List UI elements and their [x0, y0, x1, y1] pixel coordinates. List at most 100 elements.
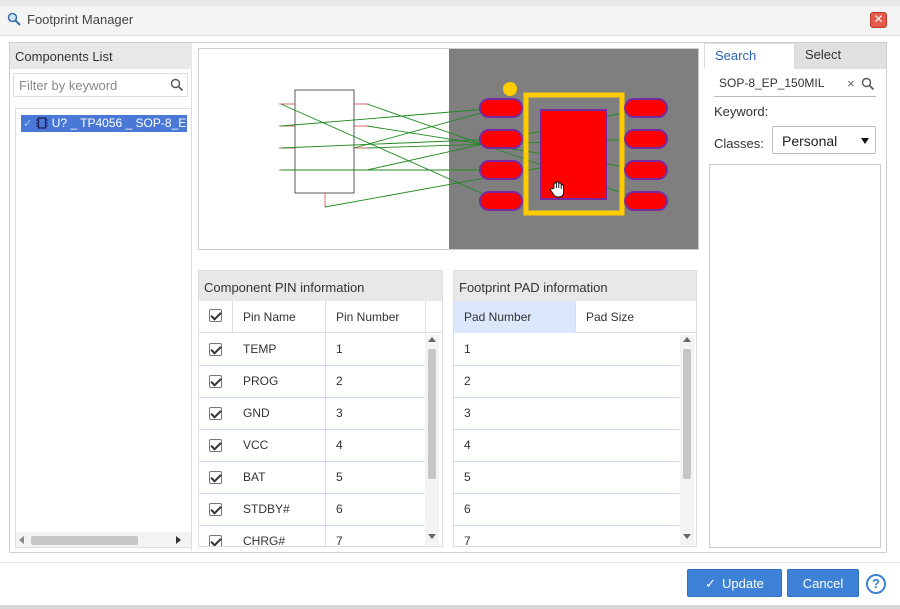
column-pin-number[interactable]: Pin Number	[326, 301, 426, 333]
update-button[interactable]: ✓ Update	[687, 569, 782, 597]
table-row[interactable]: 2	[454, 366, 679, 398]
scroll-up-icon[interactable]	[428, 337, 436, 342]
footer-divider	[0, 562, 900, 563]
pad-information-panel: Footprint PAD information Pad Number Pad…	[453, 270, 697, 547]
table-row[interactable]: CHRG# 7	[199, 526, 426, 546]
title-bar: Footprint Manager ✕	[0, 0, 900, 36]
cancel-button[interactable]: Cancel	[787, 569, 859, 597]
components-list-header: Components List	[10, 43, 192, 69]
pin-name: BAT	[233, 462, 326, 493]
table-row[interactable]: TEMP 1	[199, 334, 426, 366]
update-button-label: Update	[721, 576, 764, 591]
tab-search[interactable]: Search	[704, 43, 795, 69]
chip-icon	[36, 117, 49, 129]
search-icon[interactable]	[170, 78, 184, 92]
close-button[interactable]: ✕	[870, 12, 887, 28]
row-checkbox[interactable]	[209, 407, 222, 420]
library-search-panel: Search Select × Keyword: Classes: Person…	[704, 43, 886, 551]
column-pad-number[interactable]: Pad Number	[454, 301, 576, 333]
table-row[interactable]: BAT 5	[199, 462, 426, 494]
search-results-list[interactable]	[709, 164, 881, 548]
pad-table-scrollbar[interactable]	[680, 335, 694, 545]
tree-item-label: U? _ TP4056 _ SOP-8_EP_150MIL	[51, 116, 187, 130]
clear-icon[interactable]: ×	[847, 76, 855, 91]
table-row[interactable]: 3	[454, 398, 679, 430]
help-icon[interactable]: ?	[866, 574, 886, 594]
pad-number: 5	[464, 470, 471, 484]
pin-information-header: Component PIN information	[199, 271, 442, 301]
check-icon: ✓	[705, 576, 716, 591]
footprint-preview[interactable]	[198, 48, 699, 250]
keyword-label: Keyword:	[714, 104, 769, 119]
row-checkbox[interactable]	[209, 535, 222, 546]
components-tree: ✓ U? _ TP4056 _ SOP-8_EP_150MIL	[15, 108, 192, 548]
pin-number: 4	[326, 430, 426, 461]
pin-number: 1	[326, 334, 426, 365]
pad-table-body: 1 2 3 4 5 6 7	[454, 334, 679, 546]
row-checkbox[interactable]	[209, 503, 222, 516]
table-row[interactable]: 6	[454, 494, 679, 526]
table-row[interactable]: 1	[454, 334, 679, 366]
column-pin-name[interactable]: Pin Name	[233, 301, 326, 333]
select-all-checkbox[interactable]	[209, 309, 222, 322]
table-row[interactable]: 4	[454, 430, 679, 462]
scroll-up-icon[interactable]	[683, 337, 691, 342]
column-pad-size[interactable]: Pad Size	[576, 301, 696, 333]
pin-table-body: TEMP 1 PROG 2 GND 3 VCC 4 BAT 5 STDBY# 6	[199, 334, 426, 546]
pin-number: 7	[326, 526, 426, 546]
table-row[interactable]: GND 3	[199, 398, 426, 430]
pad-information-header: Footprint PAD information	[454, 271, 696, 301]
pin1-marker	[503, 82, 517, 96]
pad-number: 7	[464, 534, 471, 546]
filter-input[interactable]	[14, 74, 164, 96]
row-checkbox[interactable]	[209, 439, 222, 452]
row-checkbox[interactable]	[209, 343, 222, 356]
pin-name: CHRG#	[233, 526, 326, 546]
row-checkbox[interactable]	[209, 375, 222, 388]
table-row[interactable]: 5	[454, 462, 679, 494]
footprint-search-input[interactable]	[714, 71, 839, 95]
table-row[interactable]: PROG 2	[199, 366, 426, 398]
classes-select[interactable]: Personal	[772, 126, 876, 154]
pad-number: 3	[464, 406, 471, 420]
select-all-cell	[199, 301, 233, 333]
scrollbar-thumb[interactable]	[31, 536, 138, 545]
scrollbar-thumb[interactable]	[428, 349, 436, 479]
tree-item-component[interactable]: ✓ U? _ TP4056 _ SOP-8_EP_150MIL	[21, 115, 187, 132]
table-row[interactable]: STDBY# 6	[199, 494, 426, 526]
search-icon[interactable]	[861, 77, 875, 91]
scroll-down-icon[interactable]	[683, 534, 691, 539]
pin-number: 2	[326, 366, 426, 397]
pin-name: TEMP	[233, 334, 326, 365]
classes-label: Classes:	[714, 136, 764, 151]
pin-table-header: Pin Name Pin Number	[199, 301, 442, 333]
pin-table-scrollbar[interactable]	[425, 335, 439, 545]
pad-number: 4	[464, 438, 471, 452]
pin-number: 5	[326, 462, 426, 493]
pin-name: GND	[233, 398, 326, 429]
table-row[interactable]: VCC 4	[199, 430, 426, 462]
row-checkbox[interactable]	[209, 471, 222, 484]
exposed-pad	[540, 109, 607, 200]
table-row[interactable]: 7	[454, 526, 679, 546]
pad-number: 2	[464, 374, 471, 388]
pin-name: STDBY#	[233, 494, 326, 525]
preview-canvas	[279, 49, 698, 249]
pin-information-panel: Component PIN information Pin Name Pin N…	[198, 270, 443, 547]
scrollbar-thumb[interactable]	[683, 349, 691, 479]
filter-box[interactable]	[13, 73, 188, 97]
footprint-search-field[interactable]: ×	[714, 71, 876, 97]
pad-number: 1	[464, 342, 471, 356]
pad-number: 6	[464, 502, 471, 516]
scroll-down-icon[interactable]	[428, 534, 436, 539]
pin-number: 6	[326, 494, 426, 525]
chevron-down-icon	[861, 138, 869, 144]
tab-select[interactable]: Select	[795, 43, 886, 69]
components-list-panel: Components List ✓ U? _ TP4056 _ SOP-8_EP…	[10, 43, 192, 551]
scroll-left-icon[interactable]	[19, 536, 24, 544]
pin-name: VCC	[233, 430, 326, 461]
scroll-right-icon[interactable]	[176, 536, 181, 544]
symbol-body	[294, 89, 355, 194]
window-title: Footprint Manager	[27, 12, 134, 27]
tree-horizontal-scrollbar[interactable]	[16, 532, 191, 547]
